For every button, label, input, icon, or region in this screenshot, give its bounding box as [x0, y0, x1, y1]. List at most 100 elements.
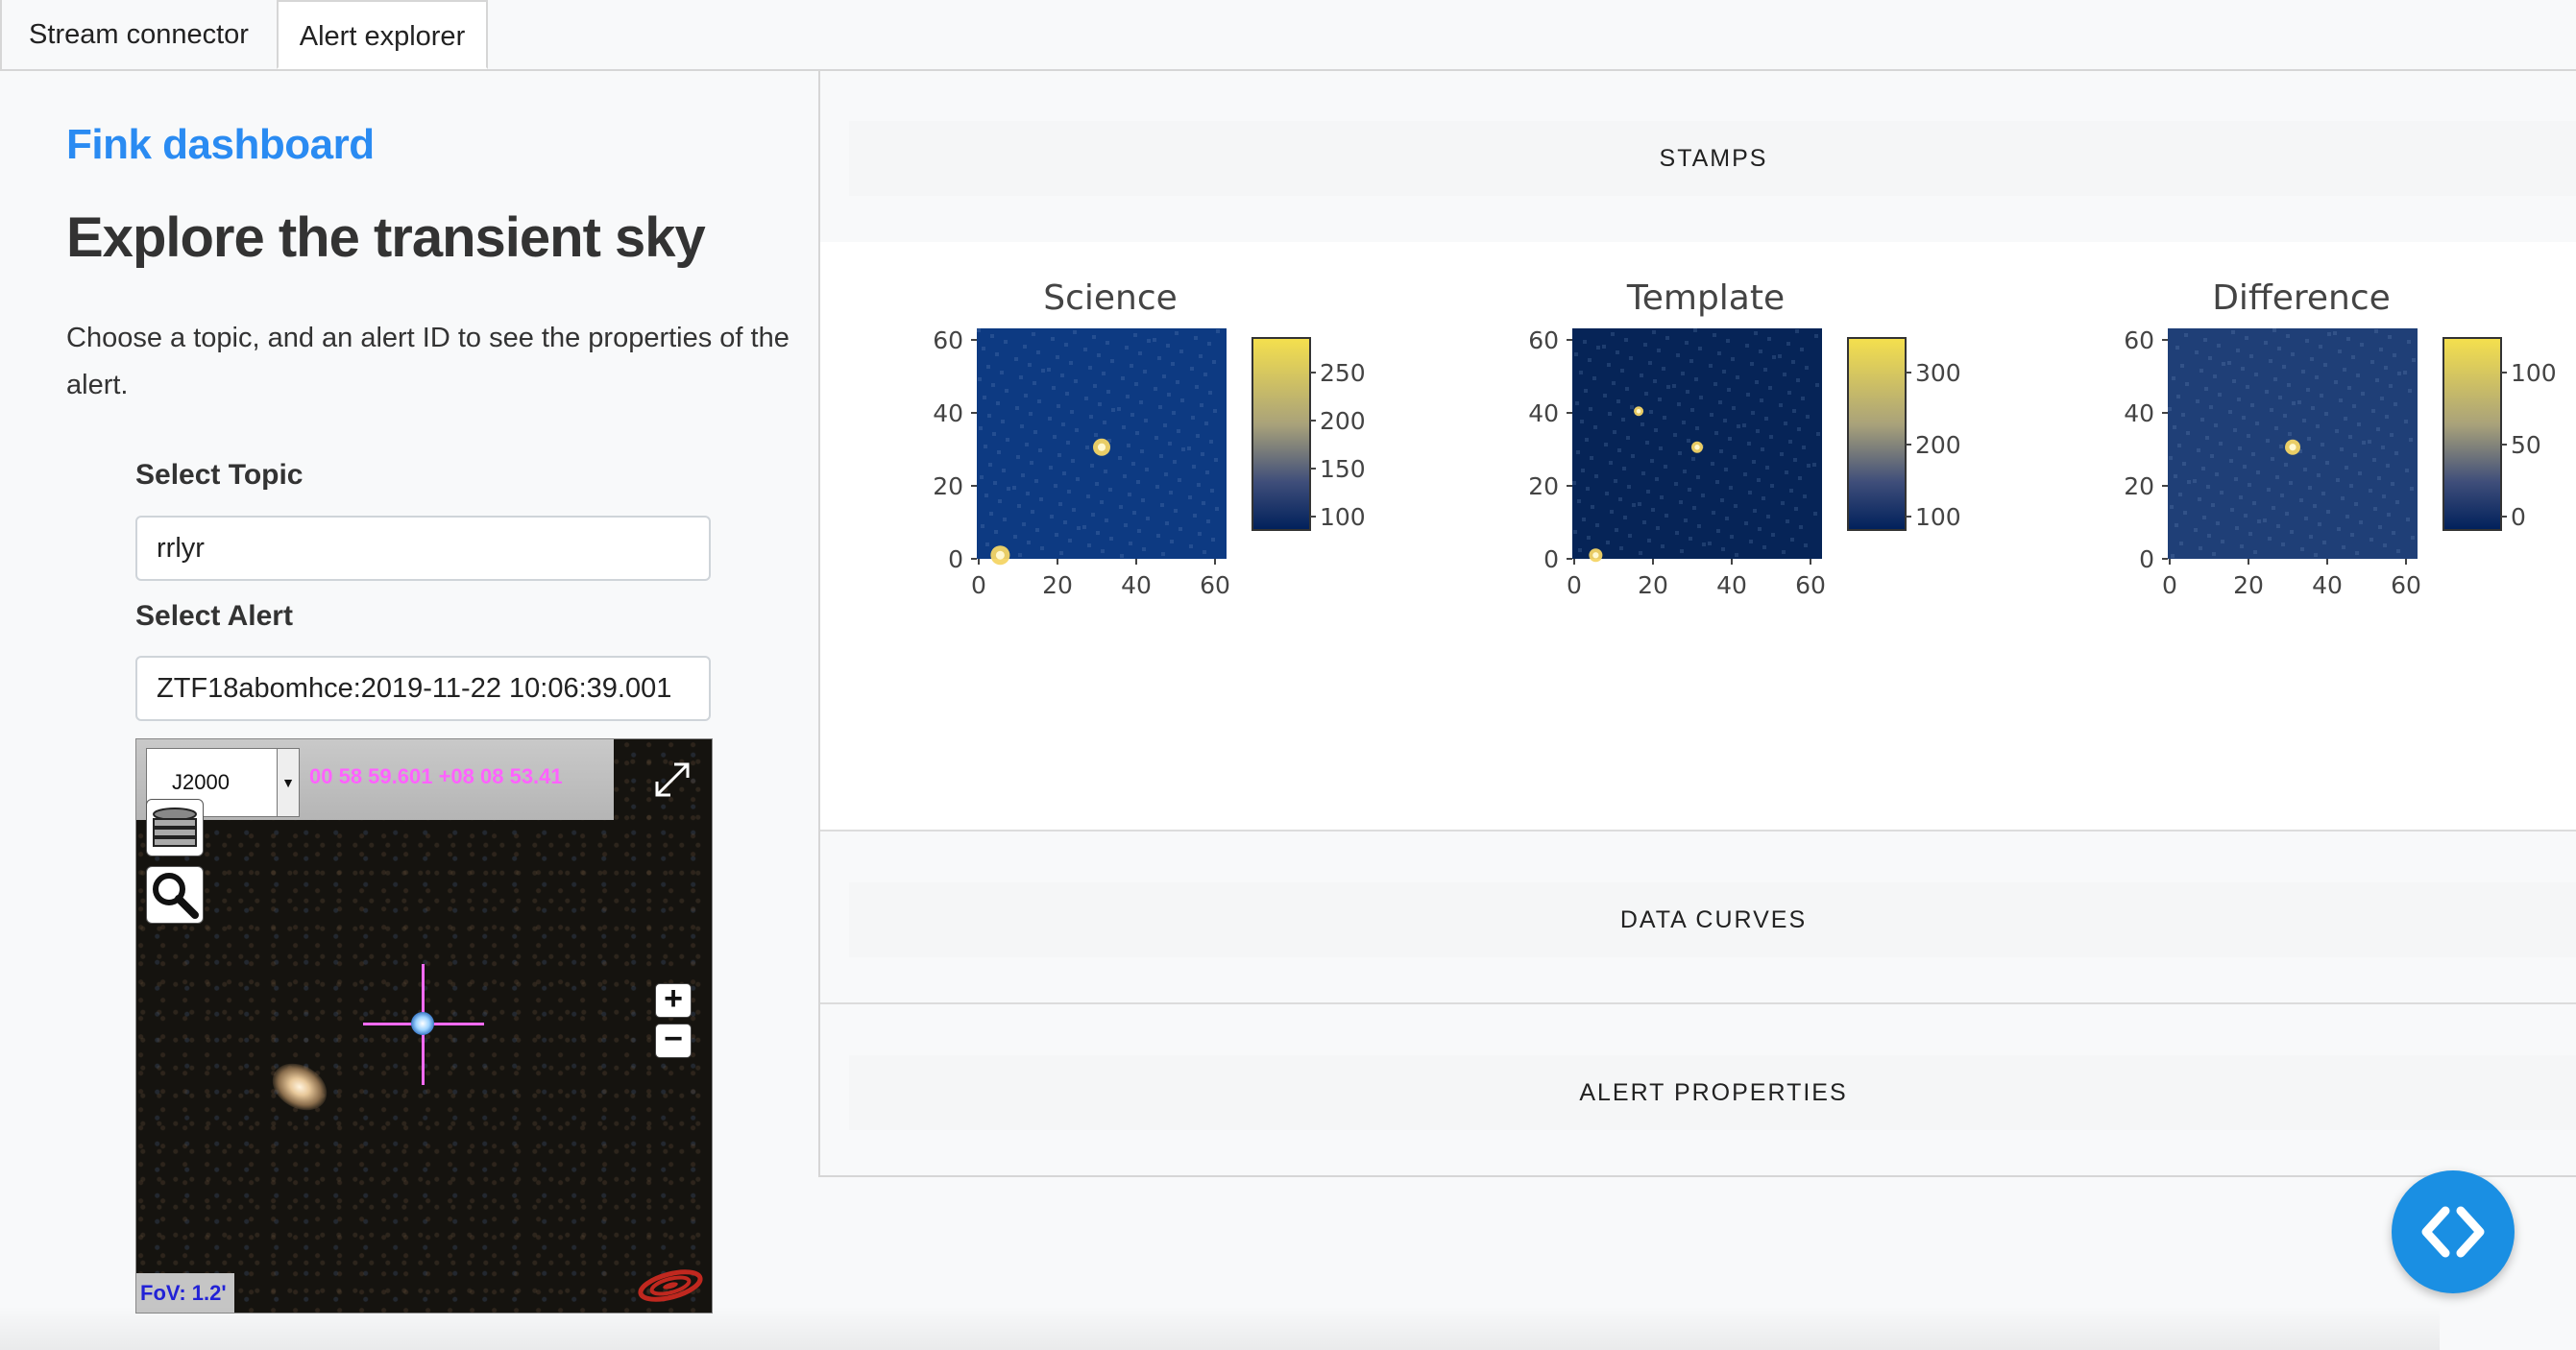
chevron-down-icon[interactable]: ▼	[277, 749, 299, 816]
stamp-noise	[1003, 518, 1007, 521]
code-toggle-button[interactable]	[2392, 1170, 2515, 1293]
stamp-noise	[980, 475, 984, 479]
stamp-noise	[1663, 416, 1666, 420]
stamp-noise	[1768, 386, 1772, 390]
stamp-noise	[1622, 467, 1626, 470]
stamp-noise	[2316, 424, 2320, 428]
topic-label: Select Topic	[135, 459, 304, 491]
stamp-noise	[1608, 412, 1612, 416]
stamp-noise	[1030, 461, 1033, 465]
zoom-in-button[interactable]: +	[655, 982, 692, 1018]
stamp-noise	[2347, 386, 2351, 390]
stamp-noise	[983, 396, 986, 399]
sky-viewer[interactable]: J2000 ▼ 00 58 59.601 +08 08 53.41 + − Fo…	[135, 738, 713, 1314]
stamp-noise	[1720, 498, 1724, 502]
stamp-noise	[2396, 549, 2400, 553]
stamp-noise	[1093, 384, 1097, 388]
stamp-noise	[1611, 332, 1615, 336]
stamp-noise	[1769, 435, 1773, 439]
stamp-noise	[1076, 477, 1080, 481]
stamp-noise	[1733, 455, 1737, 459]
stamp-noise	[1065, 392, 1069, 396]
brand-title[interactable]: Fink dashboard	[66, 121, 375, 169]
stamp-noise	[2175, 346, 2179, 350]
stamp-noise	[2176, 395, 2180, 398]
topic-dropdown[interactable]: rrlyr	[135, 516, 711, 581]
stamp-noise	[1619, 546, 1623, 550]
stamp-noise	[2292, 401, 2296, 405]
stamp-noise	[1200, 403, 1203, 407]
tab-alert-explorer[interactable]: Alert explorer	[277, 0, 488, 69]
stamp-noise	[1657, 349, 1661, 352]
data-curves-header[interactable]: DATA CURVES	[849, 882, 2576, 957]
stamp-noise	[1689, 359, 1693, 363]
stamp-noise	[1049, 466, 1053, 470]
stamp-noise	[1673, 433, 1677, 437]
stamp-noise	[1682, 421, 1686, 424]
stamp-noise	[1711, 462, 1714, 466]
stamp-noise	[985, 542, 989, 546]
stamp-noise	[2387, 513, 2391, 517]
stamp-noise	[1040, 546, 1044, 550]
stamp-noise	[1203, 373, 1207, 376]
stamp-noise	[2344, 417, 2347, 421]
y-tick-label: 60	[2124, 326, 2154, 354]
alert-dropdown[interactable]: ZTF18abomhce:2019-11-22 10:06:39.001	[135, 656, 711, 721]
zoom-out-button[interactable]: −	[655, 1023, 692, 1058]
stamp-noise	[2214, 423, 2218, 427]
stamp-noise	[2288, 432, 2292, 436]
stamp-noise	[1715, 480, 1719, 484]
stamp-noise	[1191, 416, 1195, 420]
expand-icon[interactable]	[649, 757, 695, 803]
stamp-noise	[990, 334, 994, 338]
stamp-noise	[984, 494, 988, 497]
y-tick-label: 0	[948, 545, 963, 573]
stamp-noise	[1618, 497, 1622, 501]
stamp-source-core	[995, 550, 1005, 560]
stamp-noise	[1693, 328, 1697, 332]
stamp-noise	[2333, 331, 2337, 335]
stamp-noise	[1607, 363, 1611, 367]
stamp-noise	[1816, 432, 1820, 436]
stamp-noise	[2271, 457, 2274, 461]
stamp-noise	[1620, 369, 1624, 373]
stamp-noise	[1680, 549, 1684, 553]
stamp-noise	[1646, 490, 1650, 494]
stamp-noise	[2178, 493, 2182, 496]
stamp-noise	[1640, 374, 1643, 377]
stamp-noise	[2174, 474, 2177, 478]
colorbar-tick-label: 300	[1915, 359, 1961, 387]
stamp-noise	[1734, 504, 1738, 508]
stamp-noise	[1155, 485, 1159, 489]
stamp-noise	[1095, 482, 1099, 486]
stamp-noise	[1789, 489, 1793, 493]
search-button[interactable]	[146, 866, 204, 924]
stamp-noise	[1678, 451, 1682, 455]
stamp-noise	[1201, 452, 1204, 456]
stamp-noise	[2391, 482, 2394, 486]
stamp-noise	[2406, 518, 2410, 521]
stamp-noise	[2318, 522, 2321, 526]
alert-properties-header[interactable]: ALERT PROPERTIES	[849, 1055, 2576, 1130]
stamp-noise	[2233, 428, 2237, 432]
y-tick-label: 40	[1528, 399, 1559, 427]
search-icon	[153, 873, 199, 919]
stamp-noise	[1797, 427, 1801, 431]
stamp-noise	[1060, 374, 1064, 377]
stamp-noise	[1794, 507, 1798, 511]
tab-stream-connector[interactable]: Stream connector	[0, 0, 276, 69]
stamps-header[interactable]: STAMPS	[849, 121, 2576, 196]
stamp-noise	[1767, 337, 1771, 341]
stamp-noise	[1028, 363, 1032, 367]
stamp-noise	[1729, 486, 1733, 490]
stamp-noise	[1170, 540, 1174, 543]
stamp-noise	[2374, 329, 2378, 333]
layers-button[interactable]	[146, 799, 204, 856]
stamp-noise	[1594, 474, 1598, 478]
stamp-noise	[1025, 443, 1029, 446]
stamp-noise	[1017, 504, 1021, 508]
stamp-noise	[1574, 352, 1578, 356]
stamp-noise	[1655, 477, 1659, 481]
stamp-noise	[1070, 410, 1074, 414]
stamp-noise	[2266, 439, 2270, 443]
